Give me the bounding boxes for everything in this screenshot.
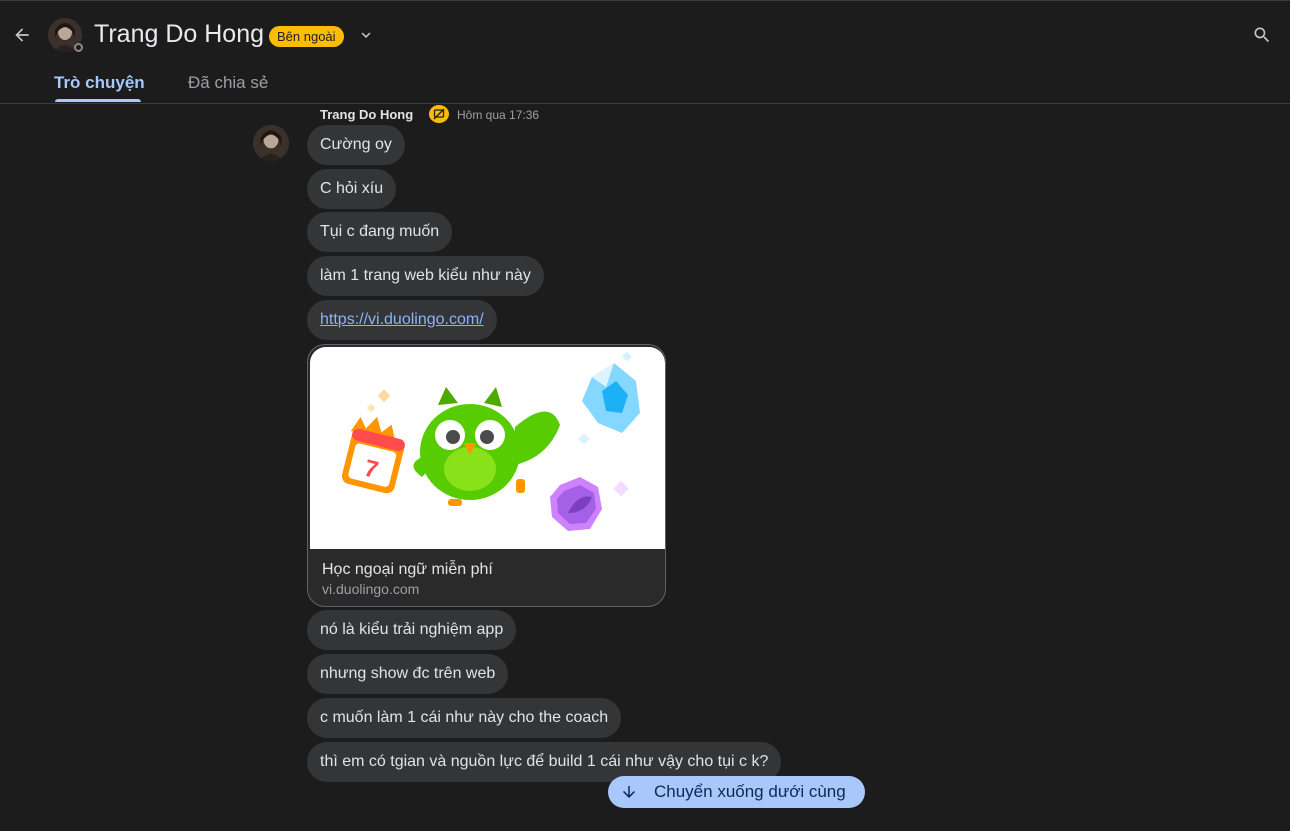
message-bubble[interactable]: C hỏi xíu xyxy=(307,169,397,209)
presence-status-icon xyxy=(74,43,83,52)
message-bubble[interactable]: nó là kiểu trải nghiệm app xyxy=(307,610,517,650)
active-tab-indicator xyxy=(55,99,141,102)
link-preview-image: 7 xyxy=(310,347,665,549)
sender-name[interactable]: Trang Do Hong xyxy=(320,107,413,122)
tab-shared[interactable]: Đã chia sẻ xyxy=(188,73,268,93)
search-button[interactable] xyxy=(1250,23,1274,47)
message-bubble[interactable]: làm 1 trang web kiểu như này xyxy=(307,256,544,296)
chat-window: Trang Do Hong Bên ngoài Trò chuyện Đã ch… xyxy=(0,0,1290,831)
scroll-to-bottom-label: Chuyển xuống dưới cùng xyxy=(654,782,846,801)
avatar-image xyxy=(253,125,289,161)
external-badge: Bên ngoài xyxy=(269,26,344,47)
link-preview-domain: vi.duolingo.com xyxy=(322,581,420,597)
message-link[interactable]: https://vi.duolingo.com/ xyxy=(320,311,484,328)
back-button[interactable] xyxy=(10,23,34,47)
sender-avatar[interactable] xyxy=(253,125,289,161)
arrow-down-icon xyxy=(620,783,638,801)
tab-chat[interactable]: Trò chuyện xyxy=(54,73,145,93)
message-bubble-link[interactable]: https://vi.duolingo.com/ xyxy=(307,300,497,340)
contact-name[interactable]: Trang Do Hong xyxy=(94,20,264,49)
arrow-back-icon xyxy=(15,28,29,42)
chat-header: Trang Do Hong Bên ngoài xyxy=(0,1,1290,67)
message-bubble[interactable]: nhưng show đc trên web xyxy=(307,654,509,694)
message-timestamp: Hôm qua 17:36 xyxy=(457,108,540,122)
external-user-icon xyxy=(429,105,449,123)
tab-bar: Trò chuyện Đã chia sẻ xyxy=(0,67,1290,104)
message-bubble[interactable]: Tụi c đang muốn xyxy=(307,212,453,252)
contact-menu-button[interactable] xyxy=(356,25,376,45)
search-icon xyxy=(1254,27,1270,43)
message-bubble[interactable]: Cường oy xyxy=(307,125,405,165)
message-bubble[interactable]: c muốn làm 1 cái như này cho the coach xyxy=(307,698,622,738)
scroll-to-bottom-button[interactable]: Chuyển xuống dưới cùng xyxy=(608,776,865,808)
link-preview-card[interactable]: 7 Học ngoại ngữ miễn phí vi.duolingo.com xyxy=(307,344,666,607)
chevron-down-icon xyxy=(361,32,371,38)
link-preview-title: Học ngoại ngữ miễn phí xyxy=(322,561,493,578)
